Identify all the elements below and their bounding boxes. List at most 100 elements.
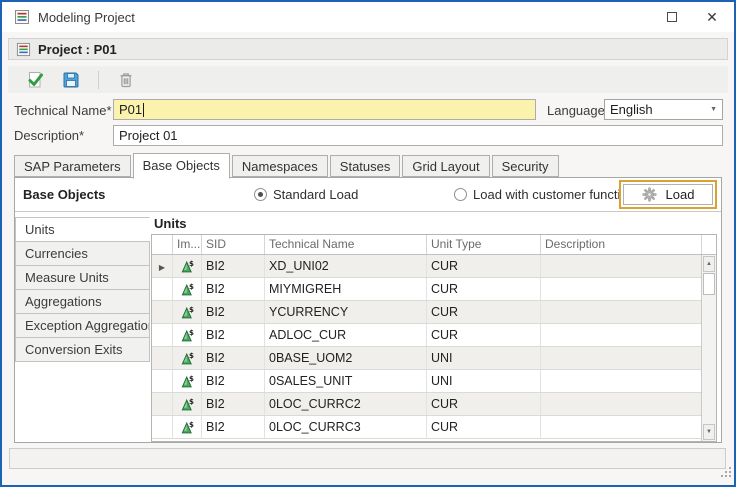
- tab-strip: SAP Parameters Base Objects Namespaces S…: [14, 152, 559, 178]
- load-button-highlight: Load: [619, 180, 717, 209]
- scrollbar-thumb[interactable]: [703, 273, 715, 295]
- row-selector-cell: [152, 278, 173, 300]
- unit-icon-cell: [173, 301, 202, 323]
- table-row[interactable]: BI2 YCURRENCY CUR: [152, 301, 716, 324]
- table-row[interactable]: BI2 MIYMIGREH CUR: [152, 278, 716, 301]
- cell-description: [541, 278, 716, 300]
- unit-currency-icon: [180, 282, 195, 297]
- table-row[interactable]: BI2 0SALES_UNIT UNI: [152, 370, 716, 393]
- sidebar-item-measure-units[interactable]: Measure Units: [15, 265, 150, 290]
- unit-icon-cell: [173, 255, 202, 277]
- cell-unit-type: UNI: [427, 347, 541, 369]
- close-button[interactable]: ✕: [692, 2, 732, 32]
- window-title: Modeling Project: [38, 10, 135, 25]
- base-objects-header-row: Base Objects Standard Load Load with cus…: [15, 178, 721, 212]
- col-technical-name[interactable]: Technical Name: [265, 235, 427, 254]
- sidebar-item-conversion-exits[interactable]: Conversion Exits: [15, 337, 150, 362]
- delete-button[interactable]: [117, 71, 135, 89]
- cell-sid: BI2: [202, 324, 265, 346]
- maximize-button[interactable]: [652, 2, 692, 32]
- row-selector-cell: [152, 347, 173, 369]
- sidebar-item-units[interactable]: Units: [15, 217, 150, 242]
- category-sidebar: Units Currencies Measure Units Aggregati…: [15, 218, 150, 362]
- cell-unit-type: CUR: [427, 278, 541, 300]
- tab-grid-layout[interactable]: Grid Layout: [402, 155, 489, 177]
- text-caret: [143, 103, 144, 117]
- cell-sid: BI2: [202, 393, 265, 415]
- cell-unit-type: CUR: [427, 416, 541, 438]
- table-row[interactable]: BI2 0BASE_UOM2 UNI: [152, 347, 716, 370]
- tab-base-objects[interactable]: Base Objects: [133, 153, 230, 179]
- technical-name-label: Technical Name*: [14, 103, 112, 118]
- cell-technical-name: MIYMIGREH: [265, 278, 427, 300]
- save-button[interactable]: [62, 71, 80, 89]
- table-row[interactable]: ▶ BI2 XD_UNI02 CUR: [152, 255, 716, 278]
- unit-currency-icon: [180, 351, 195, 366]
- load-button[interactable]: Load: [623, 184, 713, 205]
- col-description[interactable]: Description: [541, 235, 702, 254]
- custom-load-radio[interactable]: [454, 188, 467, 201]
- unit-icon-cell: [173, 278, 202, 300]
- unit-icon-cell: [173, 416, 202, 438]
- description-label: Description*: [14, 128, 84, 143]
- language-value: English: [610, 102, 653, 117]
- resize-grip[interactable]: [721, 465, 732, 483]
- table-row[interactable]: BI2 0LOC_CURRC2 CUR: [152, 393, 716, 416]
- cell-technical-name: ADLOC_CUR: [265, 324, 427, 346]
- description-input[interactable]: Project 01: [113, 125, 723, 146]
- cell-unit-type: CUR: [427, 301, 541, 323]
- row-selector-cell: [152, 324, 173, 346]
- scroll-up-button[interactable]: ▲: [703, 256, 715, 272]
- technical-name-input[interactable]: P01: [113, 99, 536, 120]
- table-row[interactable]: BI2 ADLOC_CUR CUR: [152, 324, 716, 347]
- bottom-empty-panel: [9, 448, 726, 469]
- scroll-up-icon: ▲: [706, 261, 712, 267]
- vertical-scrollbar[interactable]: ▲ ▼: [701, 255, 716, 441]
- tab-security[interactable]: Security: [492, 155, 559, 177]
- col-importable[interactable]: Im...: [173, 235, 202, 254]
- tab-statuses[interactable]: Statuses: [330, 155, 401, 177]
- tab-namespaces[interactable]: Namespaces: [232, 155, 328, 177]
- base-objects-heading: Base Objects: [23, 187, 105, 202]
- row-selector-cell: [152, 393, 173, 415]
- unit-currency-icon: [180, 374, 195, 389]
- trash-icon: [117, 71, 135, 89]
- tab-sap-parameters[interactable]: SAP Parameters: [14, 155, 131, 177]
- validate-check-icon: [26, 71, 44, 89]
- cell-description: [541, 416, 716, 438]
- cell-unit-type: CUR: [427, 393, 541, 415]
- cell-unit-type: CUR: [427, 324, 541, 346]
- current-row-arrow-icon: ▶: [159, 263, 165, 272]
- cell-description: [541, 370, 716, 392]
- sidebar-item-exception-aggregations[interactable]: Exception Aggregations: [15, 313, 150, 338]
- toolbar: [8, 66, 728, 93]
- cell-unit-type: UNI: [427, 370, 541, 392]
- unit-icon-cell: [173, 370, 202, 392]
- title-bar[interactable]: Modeling Project ✕: [2, 2, 734, 32]
- col-unit-type[interactable]: Unit Type: [427, 235, 541, 254]
- unit-icon-cell: [173, 324, 202, 346]
- sidebar-item-aggregations[interactable]: Aggregations: [15, 289, 150, 314]
- scroll-down-icon: ▼: [706, 429, 712, 435]
- unit-icon-cell: [173, 347, 202, 369]
- unit-currency-icon: [180, 397, 195, 412]
- project-title: Project : P01: [38, 42, 117, 57]
- scroll-down-button[interactable]: ▼: [703, 424, 715, 440]
- language-dropdown[interactable]: English ▼: [604, 99, 723, 120]
- cell-sid: BI2: [202, 301, 265, 323]
- gear-icon: [642, 187, 657, 202]
- description-value: Project 01: [119, 128, 178, 143]
- col-row-selector: [152, 235, 173, 254]
- resize-grip-icon: [721, 467, 732, 478]
- save-floppy-icon: [62, 71, 80, 89]
- standard-load-label[interactable]: Standard Load: [273, 187, 358, 202]
- col-sid[interactable]: SID: [202, 235, 265, 254]
- unit-currency-icon: [180, 328, 195, 343]
- validate-button[interactable]: [26, 71, 44, 89]
- row-selector-cell: [152, 301, 173, 323]
- sidebar-item-currencies[interactable]: Currencies: [15, 241, 150, 266]
- unit-currency-icon: [180, 305, 195, 320]
- table-row[interactable]: BI2 0LOC_CURRC3 CUR: [152, 416, 716, 439]
- cell-sid: BI2: [202, 416, 265, 438]
- standard-load-radio[interactable]: [254, 188, 267, 201]
